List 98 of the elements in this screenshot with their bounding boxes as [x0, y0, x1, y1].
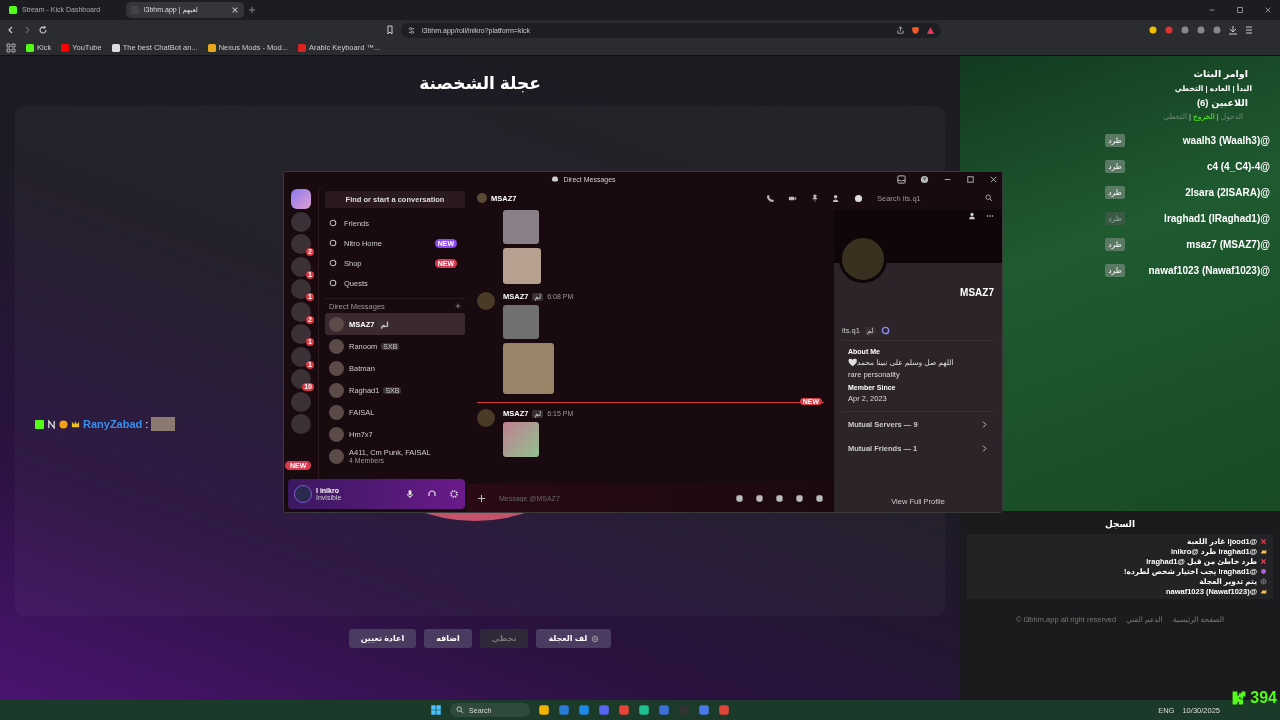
- sticker-placeholder: [151, 417, 176, 431]
- action-button[interactable]: اضافه: [424, 629, 472, 648]
- download-icon[interactable]: [1228, 25, 1238, 35]
- nav-icon: [329, 219, 337, 227]
- favicon-icon: [26, 43, 34, 52]
- commands-title: اوامر البثاث: [1193, 68, 1248, 79]
- photo-placeholder: [503, 210, 539, 244]
- favicon-icon: [207, 43, 216, 52]
- add-friend-icon[interactable]: [968, 212, 976, 220]
- kick-badge-icon: [35, 419, 44, 429]
- avatar-icon: [477, 193, 487, 203]
- log-icon: [1260, 548, 1267, 555]
- page-icon: [9, 6, 17, 14]
- settings-icon[interactable]: [449, 489, 459, 499]
- avatar-icon: [329, 404, 344, 420]
- action-button[interactable]: اعادة تعيين: [348, 629, 417, 648]
- discord-logo-icon: [551, 175, 560, 183]
- log-icon: [1260, 578, 1267, 585]
- avatar-icon: [329, 338, 344, 354]
- nav-icon: [329, 259, 337, 267]
- avatar-icon: [329, 382, 344, 398]
- photo-placeholder: [503, 248, 541, 284]
- badge-icon: [47, 419, 56, 429]
- inbox-icon[interactable]: [897, 174, 906, 184]
- player-name: c4 (4_C4)-4@: [1205, 160, 1270, 172]
- avatar-icon: [329, 316, 344, 332]
- more-icon[interactable]: [986, 212, 994, 220]
- player-name: waalh3 (Waalh3)@: [1181, 134, 1270, 146]
- taskbar-app-icon[interactable]: [638, 704, 651, 716]
- avatar-icon: [329, 360, 344, 376]
- phone-icon[interactable]: [766, 193, 775, 203]
- search-icon: [456, 706, 465, 714]
- log-icon: [1260, 538, 1267, 545]
- close-icon[interactable]: [1264, 6, 1272, 14]
- start-icon[interactable]: [430, 704, 443, 716]
- log-icon: [1260, 588, 1267, 595]
- player-name: 2lsara (2ISARA)@: [1184, 186, 1270, 198]
- players-title: اللاعبين (6): [1196, 97, 1248, 108]
- avatar-icon: [294, 485, 312, 503]
- search-icon: [985, 194, 993, 202]
- share-icon[interactable]: [896, 25, 905, 35]
- favicon-icon: [61, 43, 70, 52]
- bookmark-icon[interactable]: [385, 25, 395, 35]
- new-tab-icon[interactable]: [248, 6, 256, 14]
- nitro-badge-icon: [880, 326, 890, 335]
- help-icon[interactable]: [920, 174, 929, 184]
- reload-icon[interactable]: [38, 25, 48, 35]
- chat-username: RanyZabad: [83, 418, 143, 430]
- photo-placeholder: [503, 422, 539, 457]
- taskbar-app-icon[interactable]: [538, 704, 551, 716]
- pin-icon[interactable]: [810, 193, 819, 203]
- log-icon: [1260, 568, 1267, 575]
- taskbar-app-icon[interactable]: [618, 704, 631, 716]
- taskbar-app-icon[interactable]: [558, 704, 571, 716]
- player-name: msaz7 (MSAZ7)@: [1185, 238, 1270, 250]
- maximize-icon[interactable]: [966, 174, 975, 184]
- kick-logo-icon: [1231, 690, 1248, 706]
- restore-icon[interactable]: [1236, 6, 1244, 14]
- profile-icon[interactable]: [854, 193, 863, 203]
- server-icon[interactable]: [291, 189, 311, 209]
- wheel-icon: [591, 634, 600, 643]
- triangle-icon[interactable]: [926, 25, 935, 35]
- page-title: عجلة الشخصنة: [419, 73, 541, 95]
- favicon-icon: [111, 43, 120, 52]
- shield-icon[interactable]: [911, 25, 920, 35]
- site-settings-icon[interactable]: [407, 25, 416, 35]
- profile-name: MSAZ7: [959, 287, 994, 300]
- taskbar-app-icon[interactable]: [698, 704, 711, 716]
- taskbar-app-icon[interactable]: [598, 704, 611, 716]
- chevron-icon: [981, 444, 988, 452]
- close-icon[interactable]: [231, 6, 239, 14]
- player-name: lraghad1 (lRaghad1)@: [1163, 212, 1270, 224]
- log-icon: [1260, 558, 1267, 565]
- chat-separator: :: [145, 418, 149, 430]
- action-button[interactable]: لف العجلة: [536, 629, 612, 648]
- chevron-icon: [981, 420, 988, 428]
- microphone-icon[interactable]: [405, 489, 415, 499]
- favicon-icon: [297, 43, 306, 52]
- player-name: nawaf1023 (Nawaf1023)@: [1147, 264, 1270, 276]
- subscriber-badge-icon: [59, 419, 68, 429]
- nav-icon: [329, 279, 337, 287]
- avatar-icon: [477, 409, 495, 427]
- crown-icon: [71, 419, 80, 429]
- headphones-icon[interactable]: [427, 489, 437, 499]
- add-icon[interactable]: [477, 493, 486, 503]
- viewer-counter: 394: [1231, 689, 1277, 707]
- add-friend-icon[interactable]: [832, 193, 841, 203]
- photo-placeholder: [503, 305, 539, 339]
- taskbar-app-icon[interactable]: [578, 704, 591, 716]
- menu-icon[interactable]: [1244, 25, 1254, 35]
- photo-placeholder: [503, 343, 554, 394]
- taskbar-app-icon[interactable]: [718, 704, 731, 716]
- close-icon[interactable]: [989, 174, 998, 184]
- log-title: السجل: [1104, 519, 1136, 529]
- avatar-icon: [329, 448, 344, 464]
- avatar-icon: [329, 426, 344, 442]
- avatar-icon: [477, 292, 495, 310]
- nav-icon: [329, 239, 337, 247]
